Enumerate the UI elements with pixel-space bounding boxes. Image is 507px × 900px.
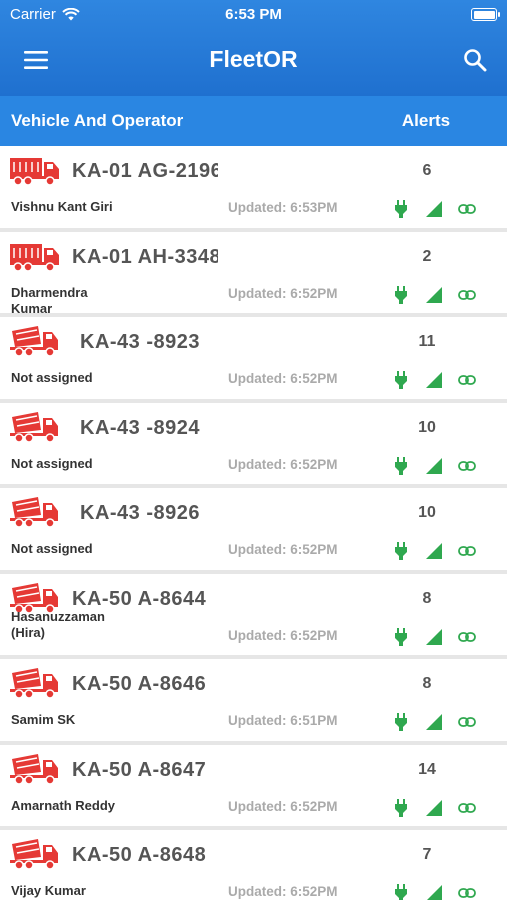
status-bar: Carrier 6:53 PM	[0, 0, 507, 30]
link-icon	[458, 542, 476, 560]
search-button[interactable]	[459, 44, 491, 76]
clock: 6:53 PM	[225, 6, 282, 23]
vehicle-plate: KA-50 A-8646	[72, 673, 207, 695]
vehicle-plate: KA-50 A-8644	[72, 587, 207, 610]
navigation-bar: FleetOR	[0, 30, 507, 90]
mixer-truck-icon	[10, 838, 60, 870]
operator-name: Not assigned	[11, 541, 93, 556]
updated-time: Updated: 6:52PM	[228, 285, 338, 301]
updated-time: Updated: 6:52PM	[228, 798, 338, 814]
power-plug-icon	[392, 456, 410, 475]
vehicle-plate: KA-43 -8926	[80, 502, 201, 524]
search-icon	[464, 49, 487, 72]
link-icon	[458, 457, 476, 475]
signal-strength-icon	[425, 371, 443, 389]
alert-count: 10	[418, 504, 436, 521]
link-icon	[458, 799, 476, 817]
alert-count: 10	[418, 418, 436, 436]
operator-name: Amarnath Reddy	[11, 797, 116, 813]
power-plug-icon	[392, 627, 410, 646]
signal-strength-icon	[425, 200, 443, 218]
operator-name: Not assigned	[11, 455, 93, 471]
power-plug-icon	[392, 713, 410, 731]
vehicle-plate: KA-43 -8923	[80, 331, 201, 353]
alert-count: 2	[422, 247, 432, 265]
vehicle-card[interactable]: KA-43 -8926 Not assigned Updated: 6:52PM 10	[0, 488, 507, 574]
mixer-truck-icon	[10, 753, 60, 785]
vehicle-plate: KA-01 AG-2196	[72, 160, 218, 182]
vehicle-plate: KA-50 A-8648	[72, 844, 207, 866]
vehicle-card[interactable]: KA-01 AH-3348 Dharmendra Kumar Updated: 6:…	[0, 231, 507, 317]
power-plug-icon	[392, 884, 410, 900]
updated-time: Updated: 6:53PM	[228, 200, 338, 215]
vehicle-plate: KA-50 A-8647	[72, 758, 207, 781]
power-plug-icon	[392, 285, 410, 304]
alert-count: 8	[422, 589, 432, 607]
alert-count: 7	[422, 846, 432, 863]
vehicle-card[interactable]: KA-50 A-8647 Amarnath Reddy Updated: 6:52P…	[0, 744, 507, 830]
operator-name: Not assigned	[11, 370, 93, 385]
vehicle-column-header: Vehicle And Operator	[11, 111, 184, 130]
truck-icon	[10, 240, 60, 272]
updated-time: Updated: 6:52PM	[228, 627, 338, 643]
operator-name: Dharmendra Kumar	[11, 284, 88, 316]
table-header: Vehicle And Operator Alerts	[0, 96, 507, 146]
power-plug-icon	[392, 200, 410, 218]
vehicle-card[interactable]: KA-43 -8923 Not assigned Updated: 6:52PM 11	[0, 317, 507, 403]
operator-name: Vishnu Kant Giri	[11, 199, 113, 214]
alert-count: 6	[422, 162, 432, 179]
top-bar: Carrier 6:53 PM FleetOR	[0, 0, 507, 96]
link-icon	[458, 713, 476, 731]
link-icon	[458, 200, 476, 218]
alert-count: 11	[418, 333, 436, 350]
signal-strength-icon	[425, 286, 443, 304]
alert-count: 8	[422, 675, 432, 692]
vehicle-card[interactable]: KA-50 A-8644 Hasanuzzaman (Hira) Updated: …	[0, 573, 507, 659]
vehicle-plate: KA-01 AH-3348	[72, 245, 218, 268]
signal-strength-icon	[425, 542, 443, 560]
signal-strength-icon	[425, 713, 443, 731]
link-icon	[458, 628, 476, 646]
updated-time: Updated: 6:52PM	[228, 371, 338, 386]
updated-time: Updated: 6:52PM	[228, 456, 338, 472]
signal-strength-icon	[425, 884, 443, 900]
link-icon	[458, 286, 476, 304]
mixer-truck-icon	[10, 411, 60, 443]
operator-name: Samim SK	[11, 712, 76, 727]
app-title: FleetOR	[209, 46, 298, 72]
mixer-truck-icon	[10, 496, 60, 528]
vehicle-list: KA-01 AG-2196 Vishnu Kant Giri Updated: 6:…	[0, 146, 507, 900]
power-plug-icon	[392, 542, 410, 560]
vehicle-card[interactable]: KA-50 A-8648 Vijay Kumar Updated: 6:52PM 7	[0, 830, 507, 900]
battery-icon	[471, 8, 500, 21]
power-plug-icon	[392, 371, 410, 389]
vehicle-card[interactable]: KA-43 -8924 Not assigned Updated: 6:52PM 10	[0, 402, 507, 488]
link-icon	[458, 371, 476, 389]
app-screen: Carrier 6:53 PM FleetOR Vehicle And Oper…	[0, 0, 507, 900]
updated-time: Updated: 6:52PM	[228, 542, 338, 557]
updated-time: Updated: 6:51PM	[228, 713, 338, 728]
power-plug-icon	[392, 798, 410, 817]
truck-icon	[10, 154, 60, 186]
alerts-column-header: Alerts	[401, 111, 451, 130]
signal-strength-icon	[425, 628, 443, 646]
signal-strength-icon	[425, 457, 443, 475]
operator-name: Hasanuzzaman (Hira)	[11, 608, 105, 640]
alert-count: 14	[418, 760, 436, 778]
vehicle-card[interactable]: KA-50 A-8646 Samim SK Updated: 6:51PM 8	[0, 659, 507, 745]
link-icon	[458, 884, 476, 900]
vehicle-plate: KA-43 -8924	[80, 416, 201, 439]
operator-name: Vijay Kumar	[11, 883, 86, 898]
mixer-truck-icon	[10, 667, 60, 699]
vehicle-card[interactable]: KA-01 AG-2196 Vishnu Kant Giri Updated: 6:…	[0, 146, 507, 232]
signal-strength-icon	[425, 799, 443, 817]
updated-time: Updated: 6:52PM	[228, 884, 338, 899]
mixer-truck-icon	[10, 325, 60, 357]
